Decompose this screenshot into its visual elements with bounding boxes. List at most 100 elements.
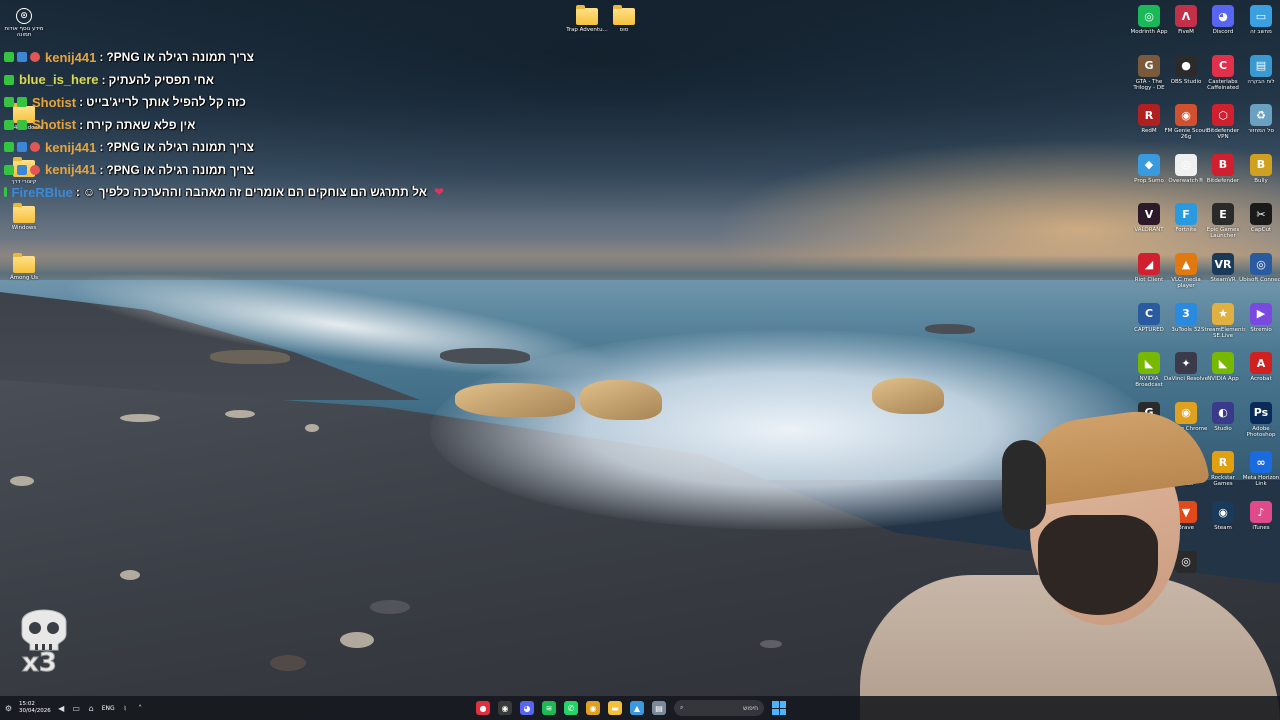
webcam-overlay — [860, 395, 1280, 720]
app-icon: ✦ — [1175, 352, 1197, 375]
app-icon: ⬡ — [1212, 104, 1234, 127]
app-icon: E — [1212, 203, 1234, 226]
desktop-icon-among-us[interactable]: Among Us — [2, 253, 46, 281]
desktop-icon-windows[interactable]: Windows — [2, 203, 46, 231]
display-icon[interactable]: ▭ — [72, 704, 81, 713]
microphone-icon[interactable]: ♮ — [121, 704, 130, 713]
webcam-beard — [1038, 515, 1158, 615]
folder-icon — [13, 253, 35, 273]
chat-message: blue_is_here: אחי תפסיק להעתיק — [4, 69, 444, 92]
app-icon: G — [1138, 54, 1160, 77]
photos-icon[interactable]: ▲ — [630, 701, 644, 715]
desktop-icon-app[interactable]: ▶ Stremio — [1239, 302, 1280, 333]
network-icon[interactable]: ⌂ — [87, 704, 96, 713]
spotify-icon[interactable]: ≋ — [542, 701, 556, 715]
chat-message: Shotist: אין פלא שאתה קירח — [4, 114, 444, 137]
desktop-icon-label: Acrobat — [1250, 376, 1272, 383]
app-icon: F — [1175, 203, 1197, 226]
desktop-icon-sus[interactable]: סוס — [602, 5, 646, 33]
explorer-icon[interactable]: ▬ — [608, 701, 622, 715]
settings-icon[interactable]: ⚙ — [4, 704, 13, 713]
whatsapp-icon[interactable]: ✆ — [564, 701, 578, 715]
obs-icon[interactable]: ◉ — [498, 701, 512, 715]
green-badge-icon — [4, 74, 14, 85]
desktop-icon-app[interactable]: ◎ Ubisoft Connect — [1239, 253, 1280, 283]
desktop-icon-app[interactable]: B Bully — [1239, 153, 1280, 184]
chrome-icon[interactable]: ◉ — [586, 701, 600, 715]
notepad-icon[interactable]: ▤ — [652, 701, 666, 715]
app-icon: ◢ — [1138, 253, 1160, 275]
app-icon: ● — [1175, 54, 1197, 77]
taskbar-search[interactable]: ⌕ חיפוש — [674, 700, 764, 716]
desktop-icon-label: Stremio — [1250, 326, 1272, 333]
headset-icon — [1002, 440, 1046, 530]
desktop-icon-info[interactable]: ⊙ מידע נוסף אודות תמונה — [2, 8, 46, 38]
chat-message: Shotist: כזה קל להפיל אותך לרייג'בייט — [4, 91, 444, 114]
app-icon: ◆ — [1138, 153, 1160, 176]
chat-text: אל תתרגש הם צוחקים הם אומרים זה מאהבה וה… — [82, 185, 427, 200]
windows-start-icon[interactable] — [772, 701, 786, 715]
app-icon: ✂ — [1250, 203, 1272, 226]
desktop-icon-label: מידע נוסף אודות תמונה — [4, 26, 44, 38]
app-icon: ◕ — [1212, 5, 1234, 27]
wallpaper-pebble — [120, 570, 140, 580]
chat-username: kenij441 — [45, 139, 97, 155]
chat-message: kenij441: צריך תמונה רגילה או PNG? — [4, 136, 444, 159]
heart-badge-icon — [30, 52, 40, 63]
system-tray: ⚙ 15:02 30/04/2026 ◀ ▭ ⌂ ENG ♮ ˄ — [4, 696, 145, 720]
wallpaper-pebble — [340, 632, 374, 648]
chat-text: אין פלא שאתה קירח — [86, 117, 196, 132]
language-indicator[interactable]: ENG — [102, 705, 115, 712]
app-icon: V — [1138, 203, 1160, 226]
volume-icon[interactable]: ◀ — [57, 704, 66, 713]
desktop-icon-label: Among Us — [9, 275, 39, 281]
app-icon: B — [1212, 153, 1234, 176]
app-icon: ◣ — [1138, 352, 1160, 375]
green-badge-icon — [4, 119, 14, 130]
heart-icon: ❤ — [433, 185, 444, 200]
wallpaper-pebble — [120, 414, 160, 422]
clock[interactable]: 15:02 30/04/2026 — [19, 701, 51, 715]
app-icon: ◣ — [1212, 352, 1234, 375]
chevron-up-icon[interactable]: ˄ — [136, 704, 145, 713]
kill-counter-overlay: x3 — [16, 600, 72, 680]
app-icon: C — [1212, 54, 1234, 77]
green-badge-icon — [4, 164, 14, 175]
app-icon: C — [1138, 302, 1160, 325]
taskbar-apps: ● ◉ ◕ ≋ ✆ ◉ ▬ ▲ ▤ ⌕ חיפוש — [476, 696, 786, 720]
desktop-icon-label: סל המחזור — [1248, 128, 1274, 135]
desktop-icon-app[interactable]: ▤ לוח הבקרה — [1239, 54, 1280, 85]
desktop-icon-app[interactable]: A Acrobat — [1239, 352, 1280, 382]
chat-text: צריך תמונה רגילה או PNG? — [106, 140, 254, 155]
discord-icon[interactable]: ◕ — [520, 701, 534, 715]
clock-date: 30/04/2026 — [19, 708, 51, 714]
green-badge-icon — [4, 187, 7, 198]
wallpaper-pebble — [370, 600, 410, 614]
wallpaper-pebble — [10, 476, 34, 486]
desktop-icon-app[interactable]: ♻ סל המחזור — [1239, 104, 1280, 134]
wallpaper-pebble — [305, 424, 319, 432]
app-icon: ♻ — [1250, 104, 1272, 127]
chat-message: kenij441: צריך תמונה רגילה או PNG? — [4, 46, 444, 69]
app-icon: ▤ — [1250, 54, 1272, 77]
wallpaper-pebble — [225, 410, 255, 418]
chat-username: kenij441 — [45, 162, 97, 178]
app-icon: ▶ — [1250, 302, 1272, 325]
desktop-icon-app[interactable]: ✂ CapCut — [1239, 203, 1280, 233]
desktop-icon-label: סוס — [619, 27, 629, 33]
app-icon: B — [1250, 153, 1272, 176]
chat-message: FireRBlue: אל תתרגש הם צוחקים הם אומרים ז… — [4, 181, 444, 204]
wallpaper-rock — [455, 383, 575, 417]
app-icon: ◎ — [1138, 5, 1160, 27]
chat-separator: : — [75, 185, 80, 200]
record-icon[interactable]: ● — [476, 701, 490, 715]
chat-text: אחי תפסיק להעתיק — [108, 72, 214, 87]
desktop-icon-app[interactable]: ▭ מחשב זה — [1239, 5, 1280, 35]
chat-message: kenij441: צריך תמונה רגילה או PNG? — [4, 159, 444, 182]
kill-count: x3 — [22, 648, 58, 679]
search-placeholder: חיפוש — [743, 704, 758, 712]
wallpaper-rock — [580, 380, 662, 420]
heart-badge-icon — [30, 164, 40, 175]
chat-text: צריך תמונה רגילה או PNG? — [106, 50, 254, 65]
wallpaper-pebble — [270, 655, 306, 671]
